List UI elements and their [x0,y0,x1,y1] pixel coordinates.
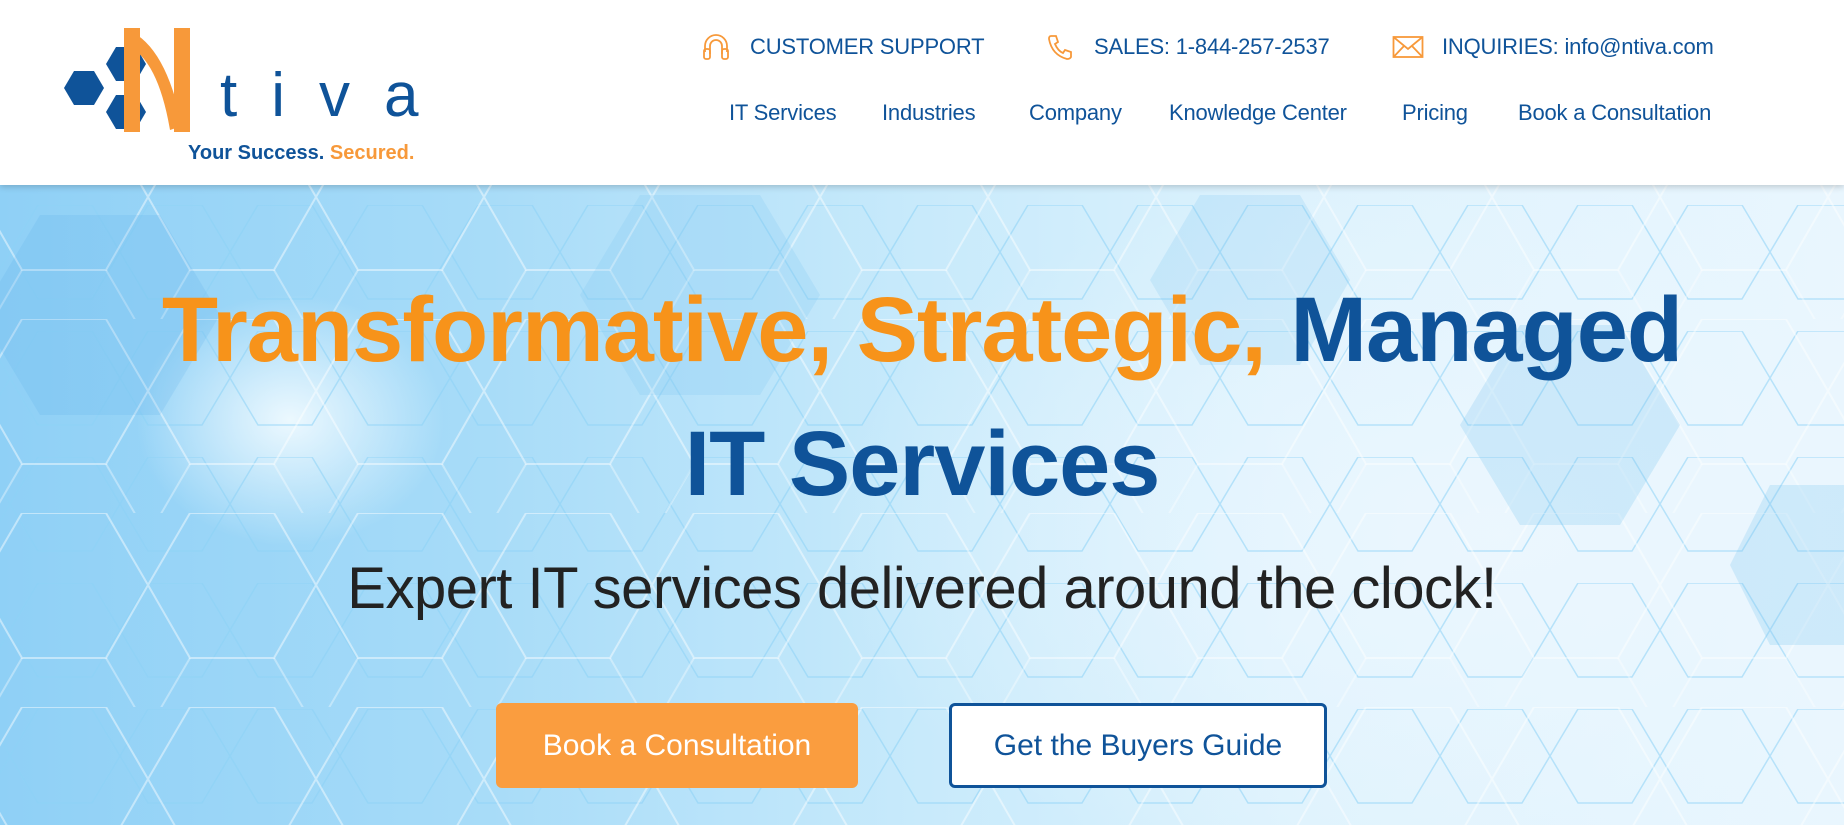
book-consultation-button[interactable]: Book a Consultation [496,703,858,788]
tagline-accent: Secured. [329,142,415,164]
headline-it-services: IT Services [684,413,1161,515]
customer-support-label: CUSTOMER SUPPORT [750,34,985,59]
logo-hexagon-n-icon [64,28,190,132]
headline-orange-text: Transformative, Strategic, [161,279,1267,381]
logo-wordmark: tiva [220,61,453,130]
headset-icon [700,33,732,61]
inquiries-email-label: INQUIRIES: info@ntiva.com [1442,34,1714,59]
site-header: tiva Your Success. Secured. CUSTOMER SUP… [0,0,1844,185]
hero-headline-line-2: IT Services [0,412,1844,517]
nav-it-services[interactable]: IT Services [729,100,837,126]
hero-banner: Transformative, Strategic, Managed IT Se… [0,185,1844,825]
headline-blue-text: Managed [1290,279,1683,381]
sales-phone-label: SALES: 1-844-257-2537 [1094,34,1330,59]
tagline-primary: Your Success. [188,142,325,164]
ntiva-logo[interactable]: tiva Your Success. Secured. [62,26,422,171]
nav-pricing[interactable]: Pricing [1402,100,1468,126]
nav-company[interactable]: Company [1029,100,1122,126]
hero-headline-line-1: Transformative, Strategic, Managed [0,278,1844,383]
logo-tagline: Your Success. Secured. [188,142,414,165]
nav-book-consultation[interactable]: Book a Consultation [1518,100,1711,126]
nav-knowledge-center[interactable]: Knowledge Center [1169,100,1347,126]
hero-subheadline: Expert IT services delivered around the … [347,556,1497,621]
envelope-icon [1392,33,1424,61]
inquiries-email-link[interactable]: INQUIRIES: info@ntiva.com [1392,33,1714,61]
nav-industries[interactable]: Industries [882,100,976,126]
buyers-guide-button[interactable]: Get the Buyers Guide [949,703,1327,788]
sales-phone-link[interactable]: SALES: 1-844-257-2537 [1044,33,1330,61]
customer-support-link[interactable]: CUSTOMER SUPPORT [700,33,985,61]
phone-icon [1044,33,1076,61]
